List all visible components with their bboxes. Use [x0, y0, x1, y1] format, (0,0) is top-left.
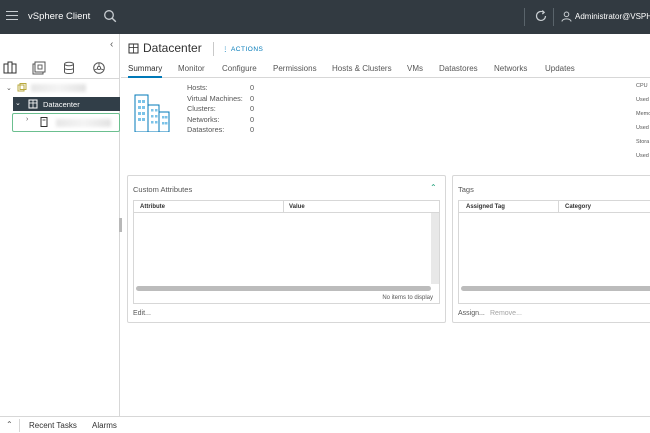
memory-used-label: Used	[636, 125, 649, 131]
column-attribute[interactable]: Attribute	[140, 204, 165, 210]
expand-tasks-icon[interactable]: ⌃	[6, 420, 13, 429]
datacenter-icon	[128, 43, 139, 54]
alarms-tab[interactable]: Alarms	[92, 421, 117, 430]
column-assigned-tag[interactable]: Assigned Tag	[466, 204, 505, 210]
expand-icon[interactable]: ⌄	[6, 84, 12, 92]
vcenter-label	[31, 84, 86, 92]
datacenter-label: Datacenter	[43, 100, 80, 109]
tree-item-vcenter[interactable]: ⌄	[0, 81, 120, 95]
navigator-pane: ‹ ⌄ ⌄ Datacenter ›	[0, 34, 120, 416]
grid-footer: No items to display	[382, 295, 433, 301]
column-category[interactable]: Category	[565, 204, 591, 210]
custom-attributes-card: Custom Attributes ⌃ Attribute Value No i…	[127, 175, 446, 323]
vcenter-icon	[17, 83, 27, 92]
hosts-and-clusters-icon[interactable]	[3, 61, 17, 75]
tab-datastores[interactable]: Datastores	[439, 64, 478, 73]
custom-attributes-grid: Attribute Value No items to display	[133, 200, 440, 304]
vertical-scrollbar[interactable]	[431, 213, 439, 284]
tab-updates[interactable]: Updates	[545, 64, 575, 73]
host-icon	[40, 117, 48, 127]
cpu-label: CPU	[636, 83, 648, 89]
tags-grid: Assigned Tag Category	[458, 200, 650, 304]
card-title: Tags	[458, 185, 474, 194]
memory-label: Memo	[636, 111, 650, 117]
top-bar: vSphere Client Administrator@VSPHERE	[0, 0, 650, 34]
networking-icon[interactable]	[92, 61, 106, 75]
datacenter-icon	[28, 99, 38, 109]
tab-vms[interactable]: VMs	[407, 64, 423, 73]
collapse-card-icon[interactable]: ⌃	[430, 183, 437, 192]
assign-tag-link[interactable]: Assign...	[458, 310, 485, 317]
edit-attributes-link[interactable]: Edit...	[133, 310, 151, 317]
actions-label: ACTIONS	[230, 46, 264, 53]
user-icon[interactable]	[561, 11, 572, 22]
main-content: Datacenter ⋮ ACTIONS Summary Monitor Con…	[121, 34, 650, 416]
tab-summary[interactable]: Summary	[128, 64, 163, 78]
tags-card: Tags Assigned Tag Category Assign... Rem…	[452, 175, 650, 323]
topbar-divider	[553, 8, 554, 26]
horizontal-scrollbar[interactable]	[136, 286, 431, 291]
page-title: Datacenter	[143, 41, 202, 55]
storage-icon[interactable]	[62, 61, 76, 75]
tab-hosts-clusters[interactable]: Hosts & Clusters	[332, 64, 392, 73]
header-divider	[213, 42, 214, 56]
tree-item-datacenter[interactable]: ⌄ Datacenter	[13, 97, 120, 111]
remove-tag-link[interactable]: Remove...	[490, 310, 522, 317]
cpu-used-label: Used	[636, 97, 649, 103]
column-divider[interactable]	[558, 201, 559, 213]
resource-summary: CPU Used Memo Used Stora Used	[636, 83, 650, 167]
collapse-navigator-icon[interactable]: ‹	[110, 39, 113, 50]
tree-item-host[interactable]: ›	[12, 113, 120, 132]
horizontal-scrollbar[interactable]	[461, 286, 650, 291]
bottom-bar: ⌃ Recent Tasks Alarms	[0, 416, 650, 433]
datacenter-graphic-icon	[134, 94, 170, 132]
tab-networks[interactable]: Networks	[494, 64, 527, 73]
card-title: Custom Attributes	[133, 185, 193, 194]
recent-tasks-tab[interactable]: Recent Tasks	[29, 421, 77, 430]
expand-icon[interactable]: ⌄	[15, 99, 21, 107]
navigator-tabs	[0, 59, 120, 79]
app-title[interactable]: vSphere Client	[28, 11, 90, 22]
vms-and-templates-icon[interactable]	[32, 61, 46, 75]
storage-used-label: Used	[636, 153, 649, 159]
user-menu[interactable]: Administrator@VSPHERE	[575, 12, 650, 21]
bottom-divider	[19, 419, 20, 432]
tab-bar: Summary Monitor Configure Permissions Ho…	[121, 62, 650, 78]
expand-icon[interactable]: ›	[26, 116, 28, 123]
tab-configure[interactable]: Configure	[222, 64, 257, 73]
grid-header: Assigned Tag Category	[459, 201, 650, 213]
tab-permissions[interactable]: Permissions	[273, 64, 317, 73]
tab-monitor[interactable]: Monitor	[178, 64, 205, 73]
menu-icon[interactable]	[6, 11, 18, 21]
host-label	[56, 119, 111, 127]
column-value[interactable]: Value	[289, 204, 305, 210]
grid-header: Attribute Value	[134, 201, 439, 213]
topbar-divider	[524, 8, 525, 26]
refresh-icon[interactable]	[534, 9, 548, 23]
storage-label: Stora	[636, 139, 650, 145]
actions-menu[interactable]: ⋮ ACTIONS	[222, 45, 263, 53]
column-divider[interactable]	[283, 201, 284, 213]
search-icon[interactable]	[103, 9, 117, 23]
